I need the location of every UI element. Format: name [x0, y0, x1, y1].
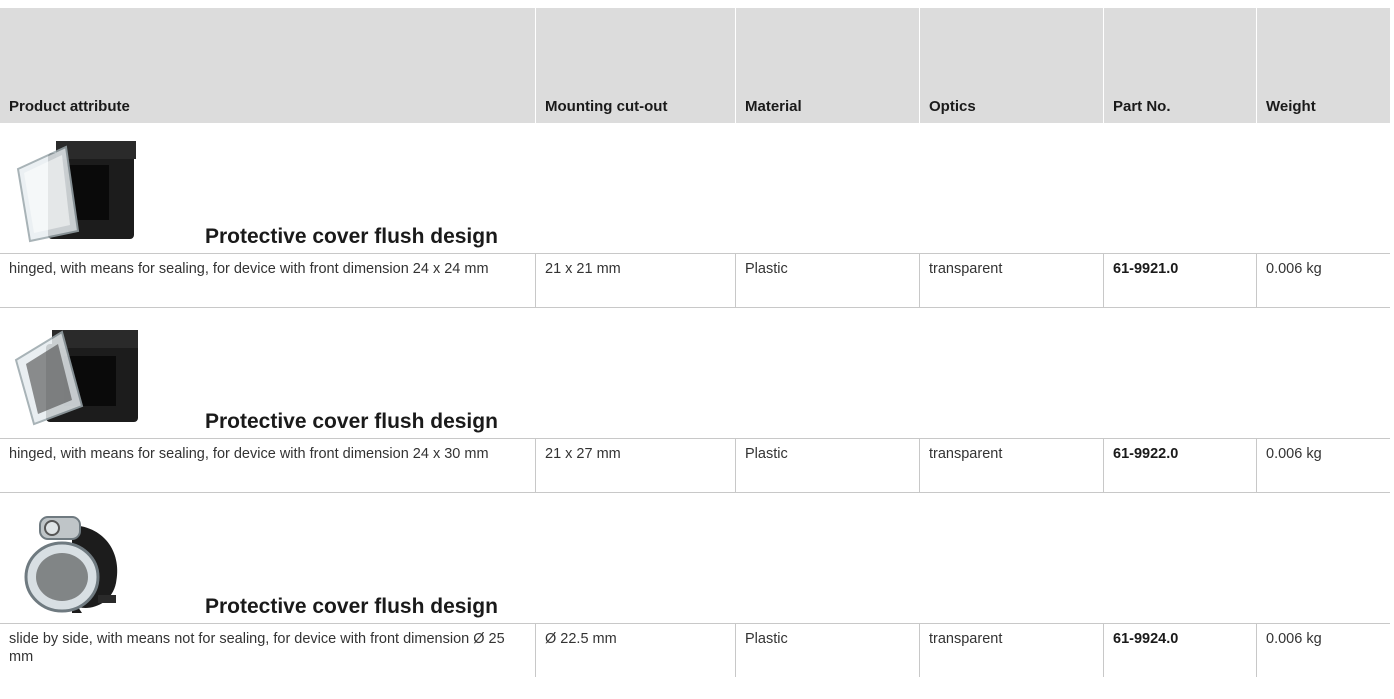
- cell-cutout: 21 x 21 mm: [536, 254, 736, 307]
- cell-part-no: 61-9921.0: [1104, 254, 1257, 307]
- cell-material: Plastic: [736, 254, 920, 307]
- cell-weight: 0.006 kg: [1266, 631, 1322, 647]
- product-group: Protective cover flush design hinged, wi…: [0, 123, 1390, 308]
- product-group: Protective cover flush design slide by s…: [0, 493, 1390, 677]
- table-header: Product attribute Mounting cut-out Mater…: [0, 8, 1390, 123]
- cell-weight: 0.006 kg: [1266, 446, 1322, 462]
- header-mounting-cutout: Mounting cut-out: [536, 8, 736, 123]
- cell-attribute: hinged, with means for sealing, for devi…: [0, 254, 536, 307]
- product-group: Protective cover flush design hinged, wi…: [0, 308, 1390, 493]
- header-product-attribute: Product attribute: [0, 8, 536, 123]
- product-table: Product attribute Mounting cut-out Mater…: [0, 8, 1390, 677]
- product-heading-row: Protective cover flush design: [0, 493, 1390, 624]
- cell-optics: transparent: [920, 624, 1104, 677]
- cell-optics: transparent: [920, 439, 1104, 492]
- cell-cutout: Ø 22.5 mm: [536, 624, 736, 677]
- table-row: hinged, with means for sealing, for devi…: [0, 254, 1390, 308]
- square-cover-image: [16, 141, 136, 243]
- cell-optics: transparent: [920, 254, 1104, 307]
- cell-part-no: 61-9922.0: [1104, 439, 1257, 492]
- product-title: Protective cover flush design: [205, 410, 498, 433]
- cell-attribute: slide by side, with means not for sealin…: [0, 624, 536, 677]
- header-optics: Optics: [920, 8, 1104, 123]
- cell-attribute: hinged, with means for sealing, for devi…: [0, 439, 536, 492]
- header-part-no: Part No.: [1104, 8, 1257, 123]
- cell-material: Plastic: [736, 439, 920, 492]
- product-title: Protective cover flush design: [205, 225, 498, 248]
- product-title: Protective cover flush design: [205, 595, 498, 618]
- product-heading-row: Protective cover flush design: [0, 308, 1390, 439]
- rectangular-cover-image: [14, 330, 138, 426]
- header-material: Material: [736, 8, 920, 123]
- cell-weight: 0.006 kg: [1266, 261, 1322, 277]
- cell-cutout: 21 x 27 mm: [536, 439, 736, 492]
- header-weight: Weight: [1266, 98, 1316, 115]
- table-row: hinged, with means for sealing, for devi…: [0, 439, 1390, 493]
- round-cover-image: [24, 516, 118, 613]
- table-row: slide by side, with means not for sealin…: [0, 624, 1390, 677]
- cell-material: Plastic: [736, 624, 920, 677]
- cell-part-no: 61-9924.0: [1104, 624, 1257, 677]
- product-heading-row: Protective cover flush design: [0, 123, 1390, 254]
